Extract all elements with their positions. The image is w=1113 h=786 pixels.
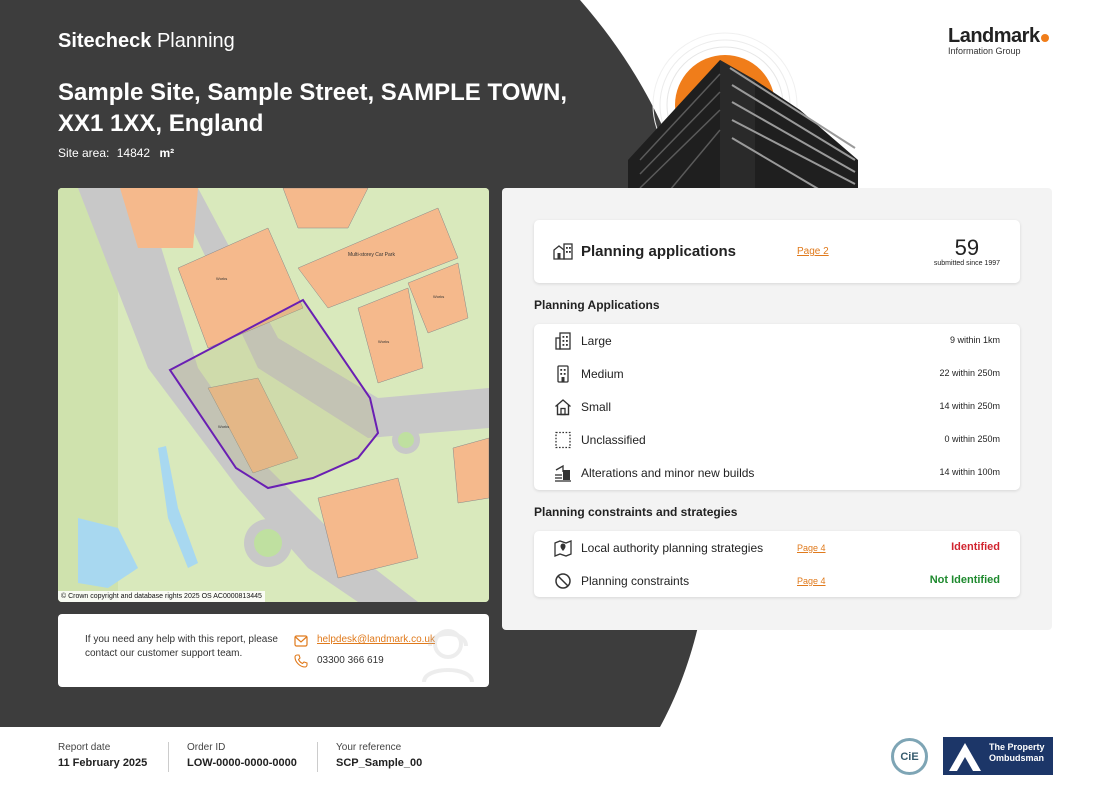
- row-value: 14 within 250m: [939, 401, 1000, 411]
- svg-text:Works: Works: [218, 424, 229, 429]
- planning-applications-page-link[interactable]: Page 2: [797, 246, 829, 257]
- dotted-square-icon: [554, 431, 572, 449]
- svg-text:Works: Works: [433, 294, 444, 299]
- building-illustration: [620, 30, 870, 191]
- list-item-unclassified: Unclassified 0 within 250m: [534, 423, 1020, 456]
- row-value: 0 within 250m: [944, 434, 1000, 444]
- site-area-label: Site area:: [58, 146, 110, 160]
- applications-count-number: 59: [954, 235, 980, 260]
- logo-dot-icon: [1040, 34, 1049, 42]
- status-badge: Identified: [951, 541, 1000, 553]
- list-item-constraints: Planning constraints Page 4 Not Identifi…: [534, 564, 1020, 597]
- applications-section-title: Planning Applications: [534, 298, 660, 312]
- applications-count-label: submitted since 1997: [933, 260, 1000, 267]
- row-label: Small: [581, 400, 612, 414]
- email-icon: [294, 634, 308, 652]
- property-ombudsman-logo: The Property Ombudsman: [943, 737, 1053, 775]
- support-agent-icon: [418, 620, 478, 687]
- row-value: 22 within 250m: [939, 368, 1000, 378]
- logo-name: Landmark: [948, 25, 1040, 47]
- building-large-icon: [554, 332, 572, 350]
- planning-applications-card: Planning applications Page 2 59 submitte…: [534, 220, 1020, 283]
- planning-applications-count: 59 submitted since 1997: [933, 235, 1000, 268]
- reference-value: SCP_Sample_00: [336, 757, 423, 769]
- house-icon: [554, 398, 572, 416]
- constraints-list: Local authority planning strategies Page…: [534, 531, 1020, 597]
- phone-icon: [294, 654, 308, 673]
- constraints-page-link[interactable]: Page 4: [797, 576, 826, 586]
- constraints-section-title: Planning constraints and strategies: [534, 505, 738, 519]
- report-date-value: 11 February 2025: [58, 757, 148, 769]
- map-pin-icon: [554, 539, 572, 557]
- planning-applications-title: Planning applications: [581, 243, 737, 260]
- reference-label: Your reference: [336, 742, 402, 753]
- list-item-medium: Medium 22 within 250m: [534, 357, 1020, 390]
- list-item-strategies: Local authority planning strategies Page…: [534, 531, 1020, 564]
- applications-list: Large 9 within 1km Medium 22 within 250m…: [534, 324, 1020, 490]
- svg-text:Works: Works: [378, 339, 389, 344]
- row-value: 14 within 100m: [939, 467, 1000, 477]
- row-label: Local authority planning strategies: [581, 541, 764, 555]
- order-id-label: Order ID: [187, 742, 226, 753]
- page-title: Sample Site, Sample Street, SAMPLE TOWN,…: [58, 79, 568, 137]
- site-area-value: 14842: [116, 146, 151, 160]
- map-copyright: © Crown copyright and database rights 20…: [58, 591, 265, 602]
- site-area-unit: m²: [159, 146, 175, 160]
- footer-report-date: Report date 11 February 2025: [58, 742, 147, 769]
- help-card: If you need any help with this report, p…: [58, 614, 489, 687]
- status-badge: Not Identified: [929, 574, 1000, 586]
- help-phone-number: 03300 366 619: [317, 655, 384, 666]
- row-label: Medium: [581, 367, 624, 381]
- footer-divider: [168, 742, 169, 772]
- landmark-logo: Landmark Information Group: [948, 25, 1049, 56]
- no-entry-icon: [554, 572, 572, 590]
- sitecheck-brand: Sitecheck Planning: [58, 30, 235, 53]
- site-map: Multi-storey Car Park Works Works Works …: [58, 188, 489, 602]
- footer-divider: [317, 742, 318, 772]
- row-label: Alterations and minor new builds: [581, 466, 755, 480]
- list-item-large: Large 9 within 1km: [534, 324, 1020, 357]
- summary-panel: Planning applications Page 2 59 submitte…: [502, 188, 1052, 630]
- row-value: 9 within 1km: [949, 335, 1000, 345]
- cie-logo: CiE: [891, 738, 928, 775]
- help-text: If you need any help with this report, p…: [85, 634, 278, 659]
- row-label: Large: [581, 334, 612, 348]
- buildings-icon: [553, 242, 573, 265]
- brand-light: Planning: [156, 30, 235, 52]
- alterations-icon: [554, 464, 572, 482]
- footer-reference: Your reference SCP_Sample_00: [336, 742, 422, 769]
- footer-order-id: Order ID LOW-0000-0000-0000: [187, 742, 297, 769]
- svg-text:Multi-storey Car Park: Multi-storey Car Park: [348, 252, 395, 258]
- svg-text:Works: Works: [216, 276, 227, 281]
- report-date-label: Report date: [58, 742, 111, 753]
- strategies-page-link[interactable]: Page 4: [797, 543, 826, 553]
- brand-bold: Sitecheck: [58, 30, 152, 52]
- row-label: Planning constraints: [581, 574, 690, 588]
- list-item-small: Small 14 within 250m: [534, 390, 1020, 423]
- ombudsman-text: The Property Ombudsman: [989, 742, 1045, 763]
- order-id-value: LOW-0000-0000-0000: [187, 757, 297, 769]
- list-item-alterations: Alterations and minor new builds 14 with…: [534, 456, 1020, 489]
- row-label: Unclassified: [581, 433, 646, 447]
- building-medium-icon: [554, 365, 572, 383]
- site-area: Site area: 14842 m²: [58, 146, 174, 160]
